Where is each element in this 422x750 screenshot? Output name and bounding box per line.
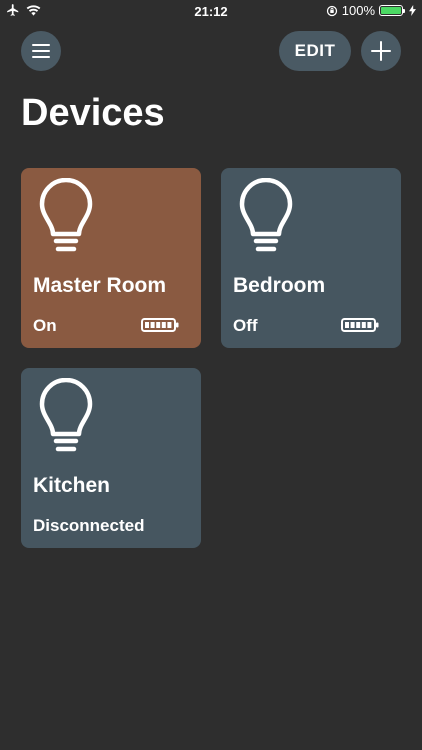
menu-button[interactable] (21, 31, 61, 71)
device-battery-icon (141, 318, 179, 332)
charging-icon (409, 5, 416, 16)
device-name: Bedroom (233, 274, 326, 297)
device-status: Off (233, 316, 258, 335)
orientation-lock-icon (326, 5, 337, 16)
edit-button[interactable]: EDIT (279, 31, 351, 71)
device-status: Disconnected (33, 516, 145, 535)
battery-icon (379, 5, 405, 16)
device-battery-icon (341, 318, 379, 332)
status-bar: 21:12 100% (0, 0, 422, 22)
device-status: On (33, 316, 57, 335)
device-name: Kitchen (33, 474, 111, 497)
device-card[interactable]: Kitchen Disconnected (21, 368, 201, 548)
lightbulb-icon (239, 178, 293, 252)
battery-percent: 100% (341, 3, 375, 18)
lightbulb-icon (39, 378, 93, 452)
page-title: Devices (21, 92, 165, 134)
device-card[interactable]: Bedroom Off (221, 168, 401, 348)
device-name: Master Room (33, 274, 167, 297)
plus-icon (371, 41, 391, 61)
add-device-button[interactable] (361, 31, 401, 71)
lightbulb-icon (39, 178, 93, 252)
status-right: 100% (326, 3, 416, 18)
device-card[interactable]: Master Room On (21, 168, 201, 348)
hamburger-menu-icon (32, 44, 50, 58)
